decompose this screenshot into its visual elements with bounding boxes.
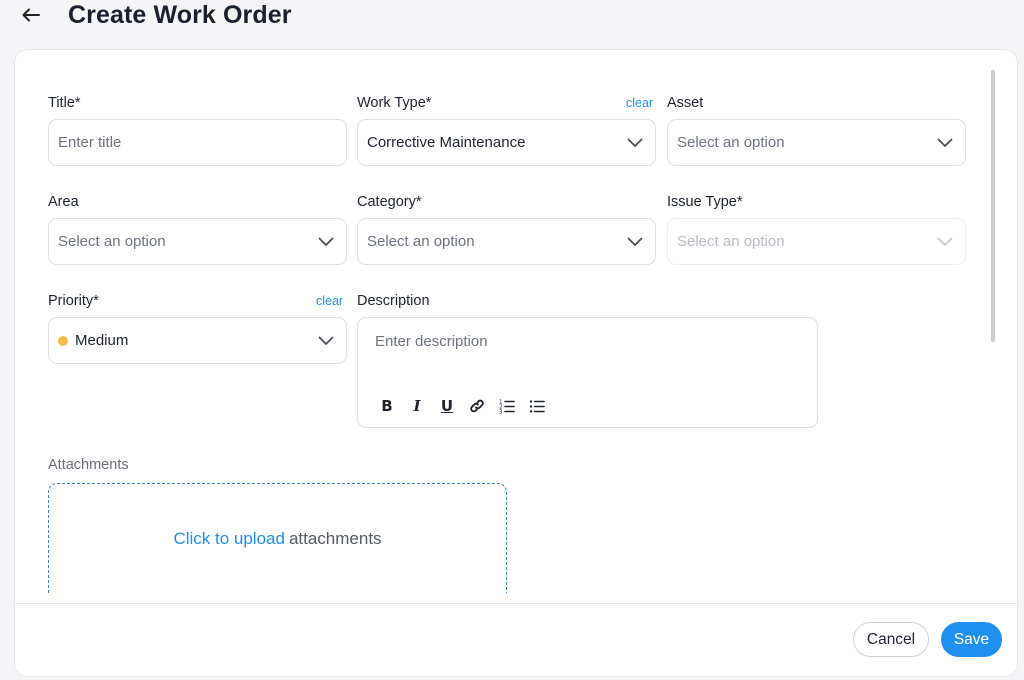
back-button[interactable] bbox=[18, 2, 44, 28]
issue-type-label: Issue Type* bbox=[667, 194, 743, 210]
category-select[interactable]: Select an option bbox=[357, 218, 656, 265]
page-header: Create Work Order bbox=[0, 0, 1024, 48]
link-icon bbox=[470, 399, 484, 413]
title-label: Title* bbox=[48, 95, 81, 111]
category-placeholder: Select an option bbox=[367, 233, 475, 250]
save-button[interactable]: Save bbox=[941, 622, 1002, 657]
issue-type-placeholder: Select an option bbox=[677, 233, 785, 250]
upload-text: attachments bbox=[288, 528, 382, 548]
work-type-select[interactable]: Corrective Maintenance bbox=[357, 119, 656, 166]
priority-value: Medium bbox=[75, 332, 129, 349]
italic-button[interactable]: I bbox=[402, 394, 432, 418]
underline-button[interactable]: U bbox=[432, 394, 462, 418]
description-placeholder: Enter description bbox=[375, 333, 488, 350]
ordered-list-button[interactable]: 1 2 3 bbox=[492, 394, 522, 418]
description-toolbar: B I U 1 2 3 bbox=[372, 394, 552, 418]
chevron-down-icon bbox=[317, 233, 335, 251]
area-label: Area bbox=[48, 194, 79, 210]
area-placeholder: Select an option bbox=[58, 233, 166, 250]
priority-select[interactable]: Medium bbox=[48, 317, 347, 364]
work-order-form-card: Title* Enter title Work Type* clear Corr… bbox=[14, 49, 1018, 677]
upload-link[interactable]: Click to upload bbox=[173, 529, 285, 549]
page-title: Create Work Order bbox=[68, 1, 292, 29]
work-type-label: Work Type* bbox=[357, 95, 432, 111]
description-label: Description bbox=[357, 293, 430, 309]
bullet-list-icon bbox=[529, 400, 545, 413]
area-select[interactable]: Select an option bbox=[48, 218, 347, 265]
asset-label: Asset bbox=[667, 95, 704, 111]
title-placeholder: Enter title bbox=[58, 134, 122, 151]
chevron-down-icon bbox=[936, 233, 954, 251]
bullet-list-button[interactable] bbox=[522, 394, 552, 418]
priority-clear-link[interactable]: clear bbox=[316, 294, 343, 308]
category-label: Category* bbox=[357, 194, 422, 210]
form-footer: Cancel Save bbox=[15, 603, 1017, 676]
bold-button[interactable]: B bbox=[372, 394, 402, 418]
asset-select[interactable]: Select an option bbox=[667, 119, 966, 166]
chevron-down-icon bbox=[626, 233, 644, 251]
scrollbar[interactable] bbox=[991, 70, 995, 342]
work-type-value: Corrective Maintenance bbox=[367, 134, 526, 151]
svg-text:3: 3 bbox=[499, 410, 503, 415]
priority-dot bbox=[58, 335, 68, 346]
chevron-down-icon bbox=[317, 332, 335, 350]
link-button[interactable] bbox=[462, 394, 492, 418]
attachments-dropzone[interactable]: Click to upload attachments bbox=[48, 483, 507, 593]
arrow-left-icon bbox=[22, 8, 40, 22]
asset-placeholder: Select an option bbox=[677, 134, 785, 151]
chevron-down-icon bbox=[626, 134, 644, 152]
attachments-label: Attachments bbox=[48, 457, 129, 473]
chevron-down-icon bbox=[936, 134, 954, 152]
description-editor[interactable]: Enter description B I U 1 2 3 bbox=[357, 317, 818, 428]
cancel-button[interactable]: Cancel bbox=[853, 622, 929, 657]
issue-type-select[interactable]: Select an option bbox=[667, 218, 966, 265]
ordered-list-icon: 1 2 3 bbox=[499, 400, 515, 415]
title-input[interactable]: Enter title bbox=[48, 119, 347, 166]
work-type-clear-link[interactable]: clear bbox=[626, 96, 653, 110]
priority-label: Priority* bbox=[48, 293, 99, 309]
